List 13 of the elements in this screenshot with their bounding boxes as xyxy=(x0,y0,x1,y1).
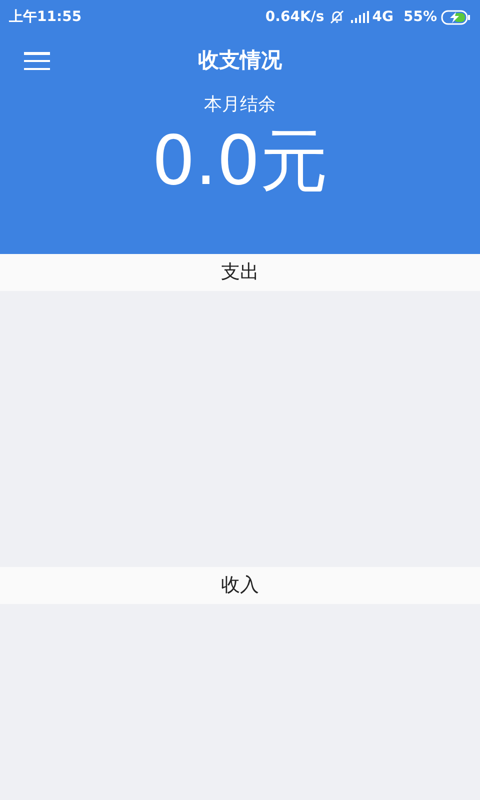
section-header: 收入 xyxy=(0,567,480,604)
menu-icon[interactable] xyxy=(24,51,50,71)
notifications-off-icon xyxy=(329,9,346,25)
balance-amount: 0.0元 xyxy=(152,128,328,196)
signal-icon xyxy=(351,11,370,23)
network-speed: 0.64K/s xyxy=(265,8,324,26)
page-title: 收支情况 xyxy=(198,47,282,74)
balance-label: 本月结余 xyxy=(204,93,276,117)
battery-percent: 55% xyxy=(403,8,437,26)
network-type: 4G xyxy=(372,8,394,26)
battery-charging-icon xyxy=(441,10,471,24)
section-header: 支出 xyxy=(0,254,480,291)
status-time: 上午11:55 xyxy=(9,8,82,26)
